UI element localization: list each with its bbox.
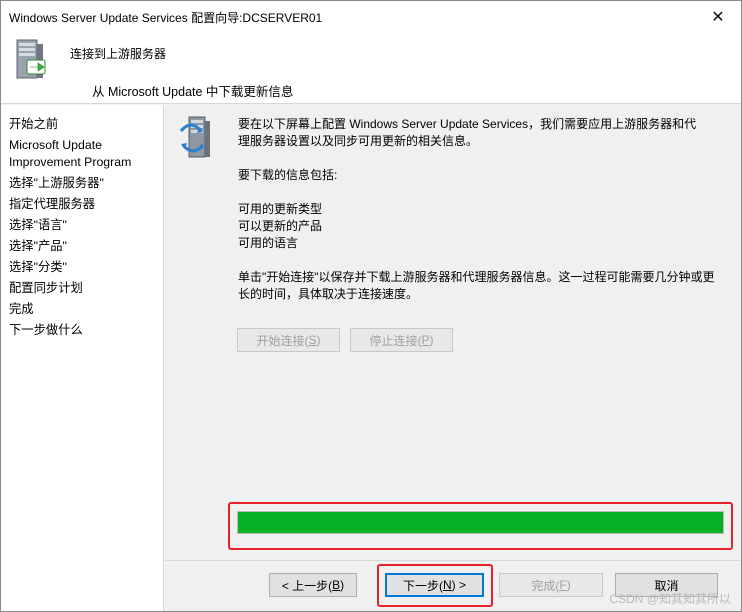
footer-divider [165, 560, 741, 561]
finish-accesskey: F [559, 578, 567, 592]
intro-text-line1: 要在以下屏幕上配置 Windows Server Update Services… [238, 117, 697, 131]
back-accesskey: B [332, 578, 341, 592]
watermark-text: CSDN @知其知其所以 [609, 592, 731, 606]
next-label-suffix: ) > [451, 578, 466, 592]
back-label: < 上一步( [281, 578, 333, 593]
info-item: 可用的更新类型 [238, 202, 323, 216]
back-button[interactable]: < 上一步(B) [269, 573, 357, 597]
download-heading: 要下载的信息包括: [238, 168, 338, 182]
intro-text-line2: 理服务器设置以及同步可用更新的相关信息。 [238, 134, 479, 148]
finish-label-suffix: ) [566, 578, 571, 592]
wizard-content: 要在以下屏幕上配置 Windows Server Update Services… [165, 105, 741, 560]
wizard-steps-sidebar: 开始之前 Microsoft Update Improvement Progra… [1, 105, 164, 611]
info-item: 可以更新的产品 [238, 219, 323, 233]
title-bar: Windows Server Update Services 配置向导:DCSE… [1, 1, 741, 32]
info-item: 可用的语言 [238, 236, 299, 250]
progress-fill [238, 512, 723, 533]
start-connecting-label: 开始连接( [256, 333, 309, 348]
sidebar-item-classifications[interactable]: 选择"分类" [9, 259, 67, 276]
close-button[interactable]: ✕ [695, 1, 741, 32]
connection-progress-bar [237, 511, 724, 534]
wizard-header: 连接到上游服务器 从 Microsoft Update 中下载更新信息 [1, 32, 741, 104]
note-text-line1: 单击"开始连接"以保存并下载上游服务器和代理服务器信息。这一过程可能需要几分钟或… [238, 270, 715, 284]
sidebar-item-products[interactable]: 选择"产品" [9, 238, 67, 255]
finish-label: 完成( [531, 578, 560, 593]
header-title: 连接到上游服务器 [70, 47, 167, 61]
server-sync-icon [179, 116, 210, 158]
close-icon: ✕ [711, 8, 725, 26]
sidebar-item-whats-next[interactable]: 下一步做什么 [9, 322, 83, 339]
window-title: Windows Server Update Services 配置向导:DCSE… [9, 11, 323, 25]
server-arrow-icon [16, 39, 46, 79]
sidebar-item-languages[interactable]: 选择"语言" [9, 217, 67, 234]
wizard-window: Windows Server Update Services 配置向导:DCSE… [0, 0, 742, 612]
next-label: 下一步( [402, 578, 443, 593]
start-connecting-accesskey: S [308, 333, 317, 347]
sidebar-item-finished[interactable]: 完成 [9, 301, 34, 318]
back-label-suffix: ) [340, 578, 345, 592]
sidebar-item-proxy-server[interactable]: 指定代理服务器 [9, 196, 95, 213]
finish-button[interactable]: 完成(F) [499, 573, 603, 597]
sidebar-item-upstream-server[interactable]: 选择"上游服务器" [9, 175, 104, 192]
start-connecting-label-suffix: ) [316, 333, 321, 347]
next-accesskey: N [442, 578, 452, 592]
next-button[interactable]: 下一步(N) > [385, 573, 484, 597]
sidebar-item-improvement-program-line2[interactable]: Improvement Program [9, 154, 131, 171]
stop-connecting-label: 停止连接( [369, 333, 422, 348]
sidebar-item-sync-schedule[interactable]: 配置同步计划 [9, 280, 83, 297]
sidebar-item-improvement-program[interactable]: Microsoft Update [9, 137, 102, 154]
sidebar-item-before-you-begin[interactable]: 开始之前 [9, 116, 58, 133]
header-subtitle: 从 Microsoft Update 中下载更新信息 [92, 85, 294, 99]
start-connecting-button[interactable]: 开始连接(S) [237, 328, 340, 352]
stop-connecting-button[interactable]: 停止连接(P) [350, 328, 453, 352]
note-text-line2: 长的时间，具体取决于连接速度。 [238, 287, 419, 301]
stop-connecting-label-suffix: ) [429, 333, 434, 347]
stop-connecting-accesskey: P [421, 333, 430, 347]
